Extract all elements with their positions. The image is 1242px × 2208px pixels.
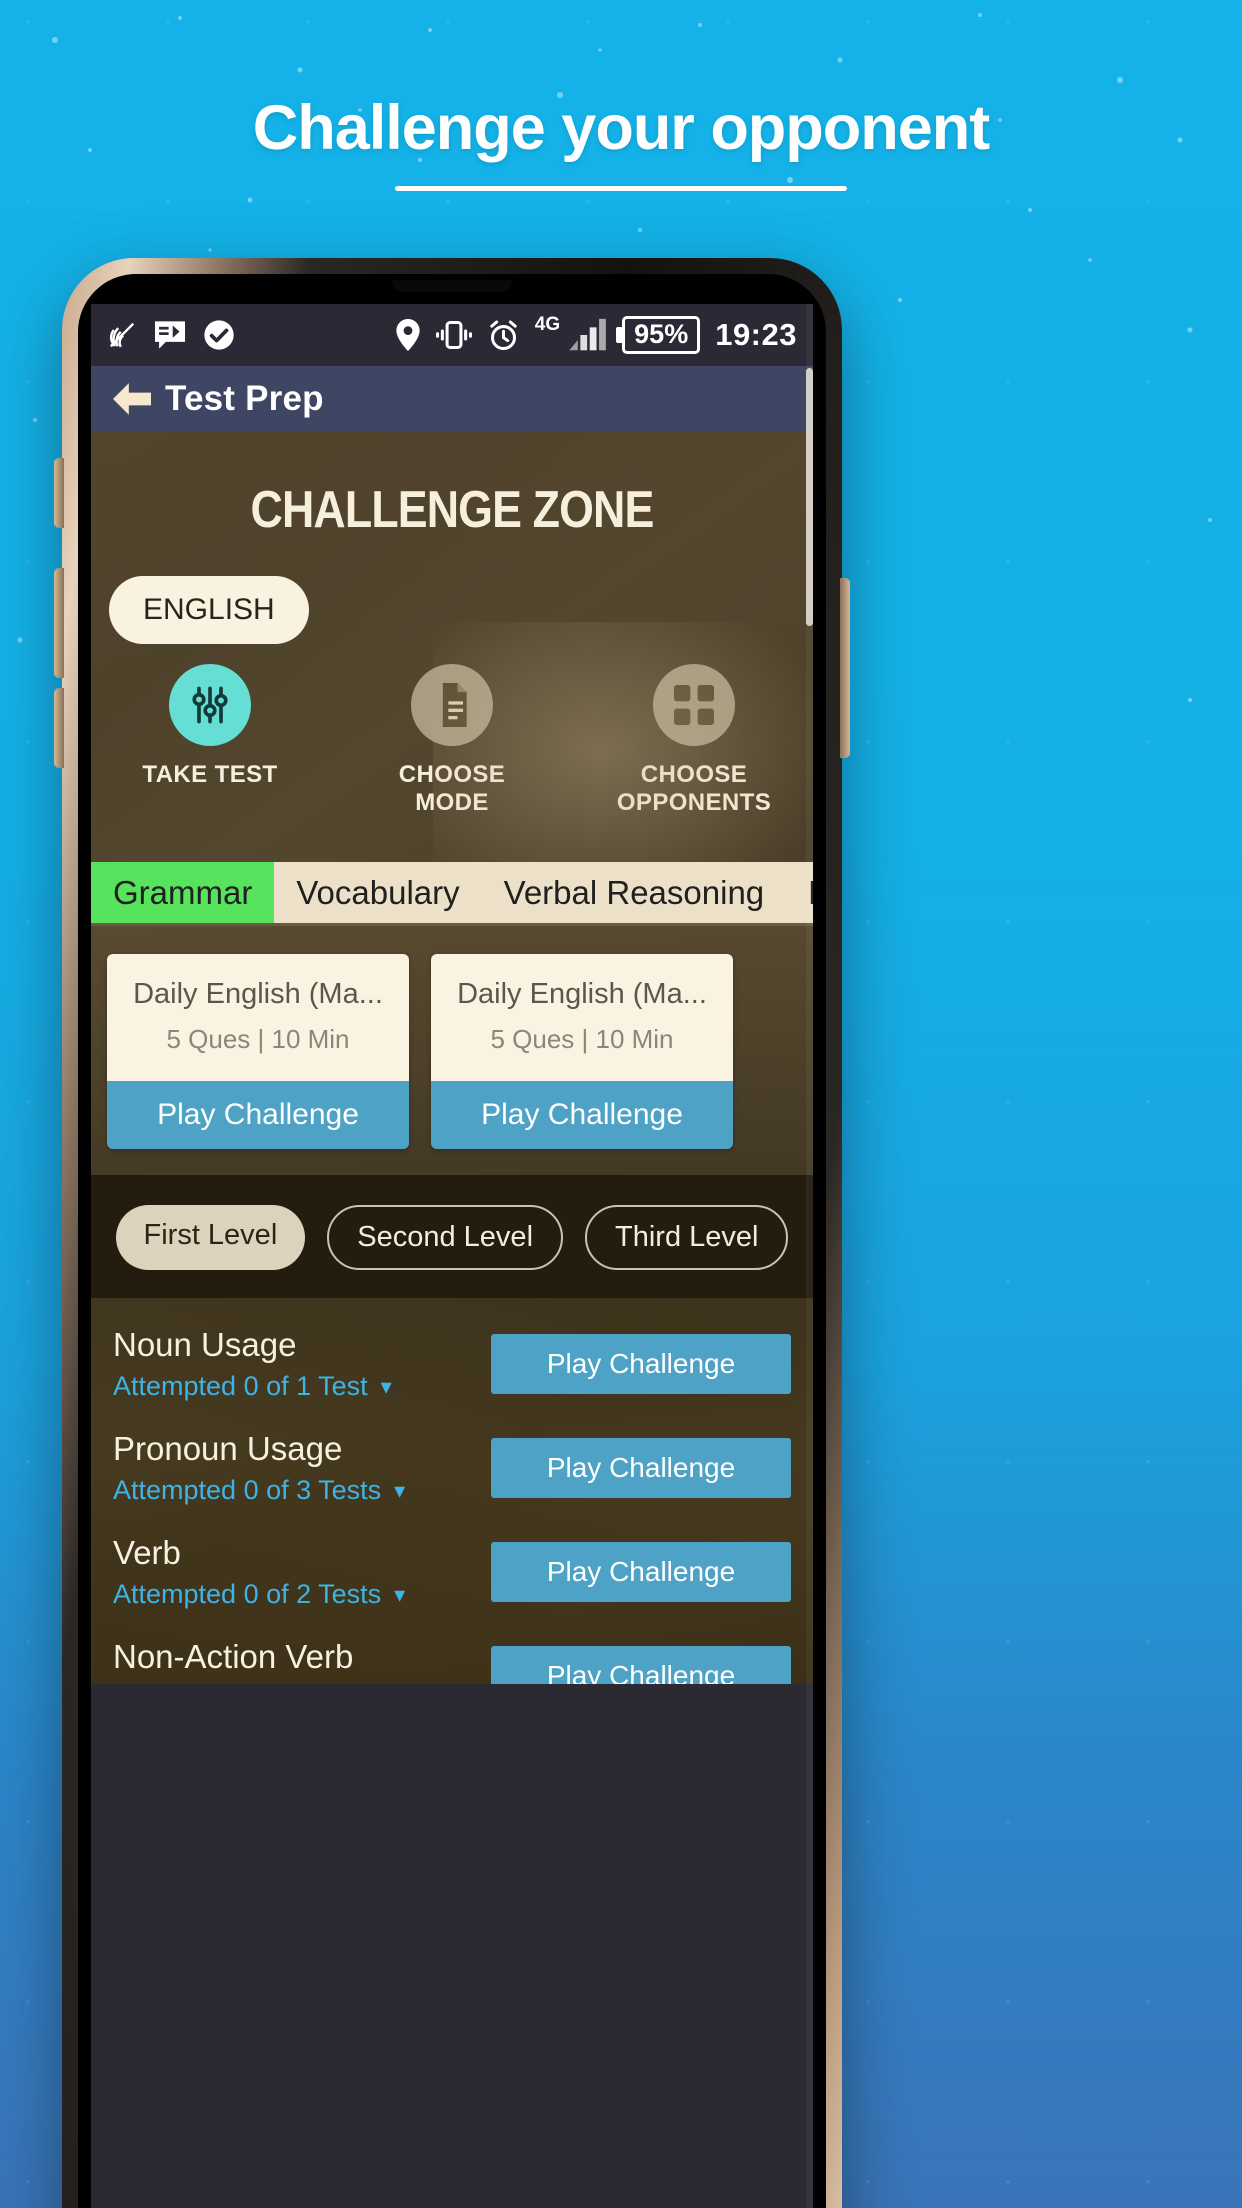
topic-list: Noun Usage Attempted 0 of 1 Test ▾ Play … [91, 1298, 813, 1684]
challenge-card-body: Daily English (Ma... 5 Ques | 10 Min [107, 954, 409, 1081]
battery-indicator: 95% [622, 316, 701, 354]
power-button[interactable] [840, 578, 850, 758]
topic-name: Verb [113, 1534, 181, 1571]
action-label: TAKE TEST [142, 761, 278, 788]
challenge-card-meta: 5 Ques | 10 Min [166, 1024, 350, 1054]
topic-info: Non-Action Verb Attempted 0 of 2 Tests ▾ [113, 1638, 491, 1684]
chevron-down-icon[interactable]: ▾ [394, 1583, 405, 1606]
topic-attempts-label: Attempted 0 of 3 Tests [113, 1475, 382, 1505]
topic-attempts[interactable]: Attempted 0 of 2 Tests ▾ [113, 1579, 491, 1610]
volume-down-button[interactable] [54, 568, 64, 678]
topic-name: Noun Usage [113, 1326, 297, 1363]
table-row[interactable]: Pronoun Usage Attempted 0 of 3 Tests ▾ P… [91, 1416, 813, 1520]
play-challenge-button[interactable]: Play Challenge [491, 1334, 791, 1394]
play-challenge-button[interactable]: Play Challenge [491, 1542, 791, 1602]
chevron-down-icon[interactable]: ▾ [381, 1375, 392, 1398]
play-challenge-button[interactable]: Play Challenge [107, 1081, 409, 1149]
play-challenge-button[interactable]: Play Challenge [491, 1438, 791, 1498]
assistant-button[interactable] [54, 688, 64, 768]
status-bar: 4G 95% 19:23 [91, 304, 813, 366]
promo-headline: Challenge your opponent [252, 93, 991, 163]
topic-attempts[interactable]: Attempted 0 of 3 Tests ▾ [113, 1475, 491, 1506]
hero-background-art [433, 622, 813, 862]
table-row[interactable]: Noun Usage Attempted 0 of 1 Test ▾ Play … [91, 1312, 813, 1416]
topic-attempts[interactable]: Attempted 0 of 2 Tests ▾ [113, 1683, 491, 1684]
phone-earpiece [392, 280, 512, 292]
tab-vocabulary[interactable]: Vocabulary [274, 862, 481, 923]
topic-attempts-label: Attempted 0 of 2 Tests [113, 1683, 381, 1684]
vibrate-icon [435, 320, 472, 350]
level-second[interactable]: Second Level [327, 1205, 564, 1270]
page-title: Test Prep [165, 379, 324, 418]
sliders-icon [169, 664, 251, 746]
app-bar: Test Prep [91, 366, 813, 432]
back-arrow-icon[interactable] [113, 383, 151, 415]
tab-grammar[interactable]: Grammar [91, 862, 275, 923]
topic-attempts[interactable]: Attempted 0 of 1 Test ▾ [113, 1371, 491, 1402]
topic-attempts-label: Attempted 0 of 2 Tests [113, 1579, 382, 1609]
chevron-down-icon[interactable]: ▾ [394, 1479, 405, 1502]
message-icon [153, 320, 187, 350]
challenge-card-title: Daily English (Ma... [457, 978, 707, 1010]
table-row[interactable]: Non-Action Verb Attempted 0 of 2 Tests ▾… [91, 1624, 813, 1684]
topic-attempts-label: Attempted 0 of 1 Test [113, 1371, 368, 1401]
play-challenge-button[interactable]: Play Challenge [491, 1646, 791, 1684]
promo-divider [395, 186, 847, 191]
challenge-card[interactable]: Daily English (Ma... 5 Ques | 10 Min Pla… [107, 954, 409, 1149]
category-tab-bar: Grammar Vocabulary Verbal Reasoning Read… [91, 862, 813, 926]
phone-screen: 4G 95% 19:23 Test Prep CHALLENGE ZONE EN… [91, 304, 813, 2208]
play-challenge-button[interactable]: Play Challenge [431, 1081, 733, 1149]
wifi-signal-icon [107, 320, 137, 350]
level-first[interactable]: First Level [115, 1205, 306, 1270]
level-selector: First Level Second Level Third Level [91, 1175, 813, 1298]
challenge-card-meta: 5 Ques | 10 Min [490, 1024, 674, 1054]
clock-label: 19:23 [715, 317, 797, 352]
challenge-card[interactable]: Daily English (Ma... 5 Ques | 10 Min Pla… [431, 954, 733, 1149]
volume-up-button[interactable] [54, 458, 64, 528]
check-circle-icon [203, 319, 235, 351]
tab-verbal-reasoning[interactable]: Verbal Reasoning [482, 862, 787, 923]
phone-mockup: 4G 95% 19:23 Test Prep CHALLENGE ZONE EN… [54, 258, 850, 2208]
challenge-card-body: Daily English (Ma... 5 Ques | 10 Min [431, 954, 733, 1081]
topic-name: Pronoun Usage [113, 1430, 343, 1467]
location-pin-icon [395, 319, 421, 351]
daily-challenge-strip: Daily English (Ma... 5 Ques | 10 Min Pla… [91, 926, 813, 1175]
network-type-label: 4G [534, 314, 561, 335]
table-row[interactable]: Verb Attempted 0 of 2 Tests ▾ Play Chall… [91, 1520, 813, 1624]
challenge-zone-hero: CHALLENGE ZONE ENGLISH TAKE TEST [91, 432, 813, 862]
topic-info: Noun Usage Attempted 0 of 1 Test ▾ [113, 1326, 491, 1402]
language-chip[interactable]: ENGLISH [109, 576, 309, 644]
alarm-clock-icon [487, 319, 520, 352]
level-third[interactable]: Third Level [585, 1205, 789, 1270]
challenge-card-title: Daily English (Ma... [133, 978, 383, 1010]
action-take-test[interactable]: TAKE TEST [120, 664, 300, 816]
topic-info: Verb Attempted 0 of 2 Tests ▾ [113, 1534, 491, 1610]
topic-name: Non-Action Verb [113, 1638, 354, 1675]
topic-info: Pronoun Usage Attempted 0 of 3 Tests ▾ [113, 1430, 491, 1506]
hero-title: CHALLENGE ZONE [250, 481, 655, 539]
scrollbar-thumb[interactable] [806, 368, 813, 626]
cellular-signal-icon [569, 318, 607, 352]
scrollbar-track[interactable] [806, 304, 813, 2208]
phone-bezel: 4G 95% 19:23 Test Prep CHALLENGE ZONE EN… [78, 274, 826, 2208]
